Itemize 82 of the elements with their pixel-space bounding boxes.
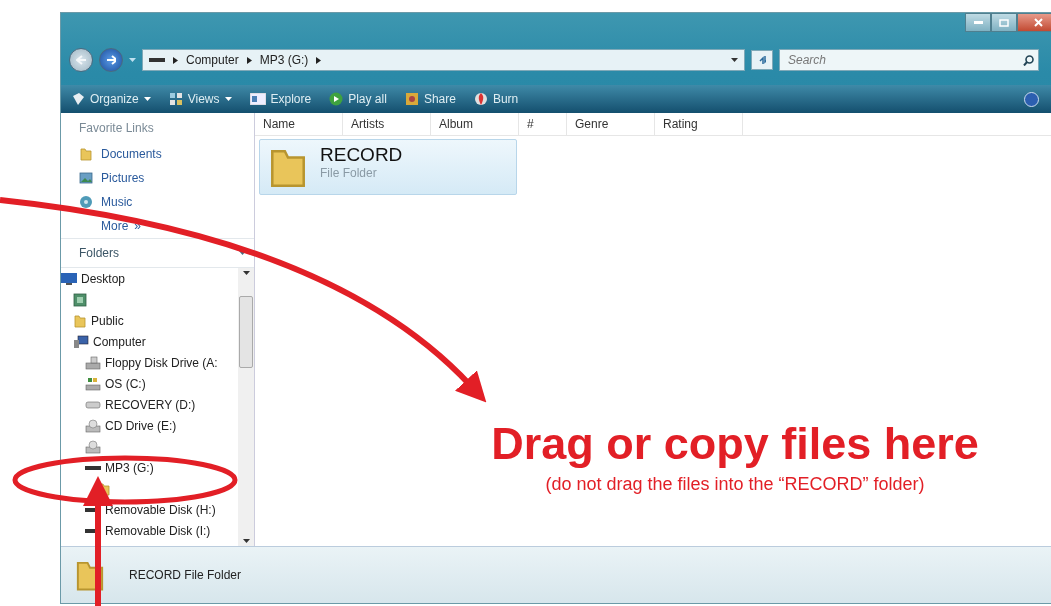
close-icon: [1033, 18, 1043, 27]
optical-drive-icon: [85, 439, 101, 454]
tree-item[interactable]: RECOVERY (D:): [105, 397, 196, 412]
breadcrumb-separator-icon: [246, 56, 252, 64]
back-arrow-icon: [76, 55, 86, 65]
folders-heading[interactable]: Folders: [79, 246, 119, 260]
breadcrumb[interactable]: MP3 (G:): [259, 53, 309, 67]
breadcrumb-separator-icon: [173, 56, 178, 64]
section-heading: Favorite Links: [78, 120, 155, 137]
more-link[interactable]: More: [101, 219, 129, 233]
folder-icon: [79, 147, 93, 161]
play-icon: [329, 92, 344, 106]
optical-drive-icon: [85, 418, 101, 433]
maximize-button[interactable]: [991, 13, 1017, 32]
toolbar-button[interactable]: Play all: [327, 90, 389, 108]
dropdown-caret-icon: [731, 58, 738, 62]
floppy-drive-icon: [85, 355, 101, 370]
status-text: RECORD File Folder: [129, 568, 242, 582]
tree-item[interactable]: Public: [91, 313, 124, 328]
chevron-glyph: »: [134, 219, 142, 233]
tree-item[interactable]: Desktop: [81, 271, 126, 286]
desktop-icon: [61, 272, 77, 285]
toolbar-button[interactable]: Explore: [247, 90, 314, 108]
refresh-icon: [758, 55, 766, 65]
tree-item[interactable]: Removable Disk (H:): [105, 502, 216, 517]
scrollbar[interactable]: [238, 268, 254, 546]
forward-button[interactable]: [99, 48, 123, 72]
forward-arrow-icon: [106, 55, 116, 65]
user-folder-icon: [73, 292, 87, 307]
toolbar-button[interactable]: Organize: [69, 90, 153, 108]
tree-item[interactable]: OS (C:): [105, 376, 146, 391]
tree-item[interactable]: MP3 (G:): [105, 460, 154, 475]
tree-item[interactable]: Removable Disk (I:): [105, 523, 211, 538]
burn-icon: [473, 92, 488, 106]
minimize-button[interactable]: [965, 13, 991, 32]
history-caret-icon: [129, 58, 136, 62]
toolbar-button[interactable]: Views: [166, 90, 234, 108]
picture-icon: [79, 171, 93, 185]
column-header[interactable]: Artists: [343, 113, 431, 135]
column-header[interactable]: Genre: [567, 113, 655, 135]
folder-icon: [73, 313, 87, 328]
window-icon: [249, 93, 266, 105]
tree-item[interactable]: Computer: [93, 334, 146, 349]
toolbar-button[interactable]: Share: [402, 90, 458, 108]
favorite-link[interactable]: Music: [101, 195, 133, 209]
scroll-down-icon: [242, 539, 250, 543]
search-input[interactable]: Search: [786, 52, 1023, 68]
search-field[interactable]: Search: [779, 49, 1039, 71]
views-icon: [168, 92, 183, 106]
system-drive-icon: [85, 376, 101, 391]
drive-icon: [85, 399, 101, 410]
instruction-note: (do not drag the files into the “RECORD” folder): [544, 474, 926, 495]
back-button[interactable]: [69, 48, 93, 72]
close-button[interactable]: [1017, 13, 1051, 32]
share-icon: [404, 92, 419, 106]
breadcrumb-separator-icon: [316, 56, 322, 64]
removable-drive-icon: [149, 57, 165, 63]
refresh-button[interactable]: [751, 50, 773, 70]
minimize-icon: [973, 21, 983, 24]
removable-drive-icon: [85, 464, 101, 471]
help-icon[interactable]: [1024, 91, 1039, 107]
instruction-heading: Drag or copy files here: [490, 418, 980, 470]
collapse-caret-icon: [239, 251, 246, 255]
computer-icon: [73, 334, 89, 349]
toolbar-button[interactable]: Burn: [471, 90, 521, 108]
tree-item[interactable]: Floppy Disk Drive (A:: [105, 355, 218, 370]
address-bar[interactable]: Computer MP3 (G:): [142, 49, 745, 71]
maximize-icon: [999, 18, 1009, 27]
scroll-thumb[interactable]: [239, 296, 253, 368]
column-header[interactable]: Rating: [655, 113, 743, 135]
tree-item[interactable]: CD Drive (E:): [105, 418, 177, 433]
organize-icon: [71, 92, 85, 106]
column-header[interactable]: Name: [255, 113, 343, 135]
search-icon: [1023, 54, 1034, 66]
favorite-link[interactable]: Documents: [101, 147, 162, 161]
music-icon: [79, 195, 93, 209]
scroll-up-icon: [242, 271, 250, 275]
favorite-link[interactable]: Pictures: [101, 171, 145, 185]
folder-tile[interactable]: RECORD File Folder: [259, 139, 517, 195]
breadcrumb[interactable]: Computer: [186, 53, 239, 67]
column-header[interactable]: #: [519, 113, 567, 135]
column-header[interactable]: Album: [431, 113, 519, 135]
